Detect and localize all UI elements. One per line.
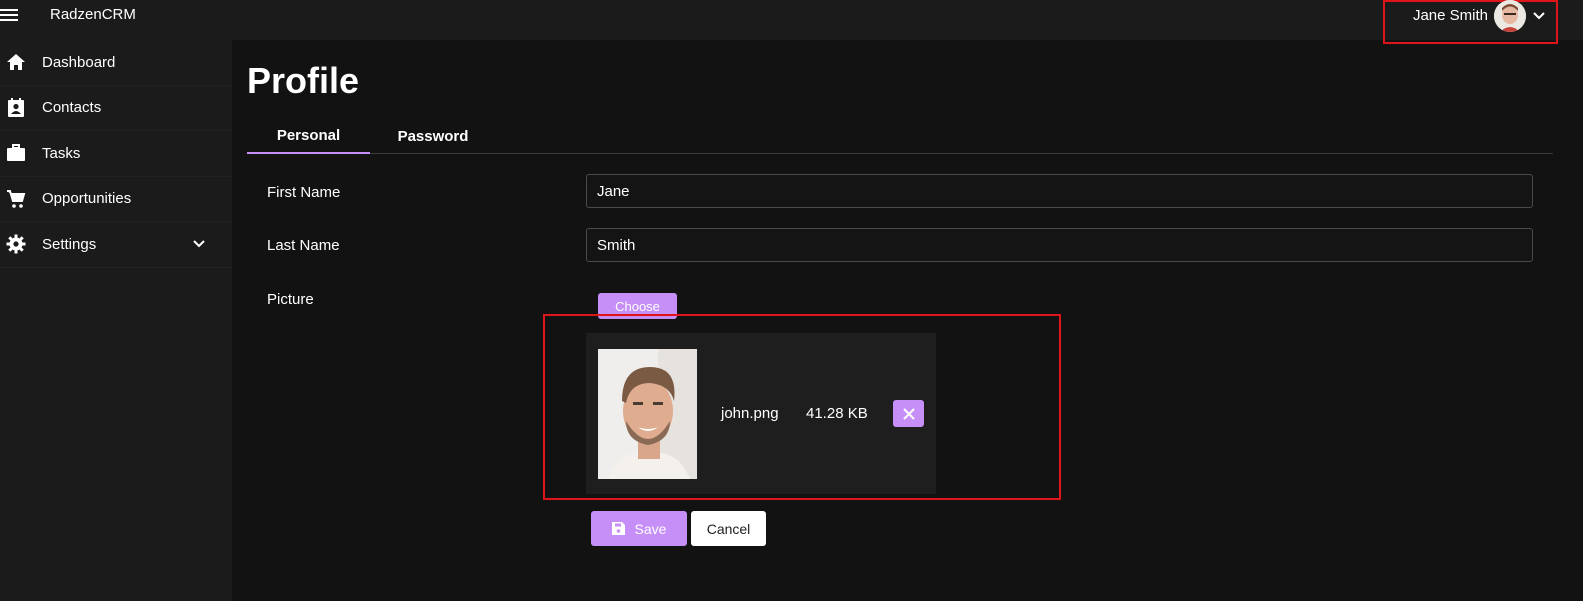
first-name-label: First Name xyxy=(267,184,341,201)
gear-icon xyxy=(6,234,26,254)
home-icon xyxy=(7,54,25,71)
profile-menu[interactable]: Jane Smith xyxy=(1383,0,1558,44)
top-header: RadzenCRM Jane Smith xyxy=(0,0,1583,44)
sidebar-item-label: Opportunities xyxy=(42,190,132,208)
brand-name: RadzenCRM xyxy=(50,6,136,23)
save-button[interactable]: Save xyxy=(591,511,687,546)
page-title: Profile xyxy=(247,60,360,101)
app-root: RadzenCRM Jane Smith Dashboard Contacts … xyxy=(0,0,1583,601)
contacts-icon xyxy=(8,97,24,117)
sidebar-item-label: Dashboard xyxy=(42,53,116,71)
briefcase-icon xyxy=(7,144,25,162)
sidebar-item-label: Settings xyxy=(42,235,97,253)
sidebar-item-dashboard[interactable]: Dashboard xyxy=(0,40,232,86)
chevron-down-icon[interactable] xyxy=(192,237,206,251)
cart-icon xyxy=(7,189,26,208)
tab-personal[interactable]: Personal xyxy=(247,118,370,154)
save-button-label: Save xyxy=(634,520,667,537)
save-icon xyxy=(611,522,625,535)
first-name-field[interactable] xyxy=(586,174,1533,208)
sidebar: Dashboard Contacts Tasks Opportunities S… xyxy=(0,40,232,601)
avatar xyxy=(1494,0,1526,32)
sidebar-item-label: Tasks xyxy=(42,144,81,162)
sidebar-item-settings[interactable]: Settings xyxy=(0,222,232,268)
profile-user-name: Jane Smith xyxy=(1412,6,1488,24)
file-highlight-box xyxy=(543,314,1061,500)
hamburger-menu-icon[interactable] xyxy=(0,6,20,24)
sidebar-item-contacts[interactable]: Contacts xyxy=(0,86,232,131)
tab-password[interactable]: Password xyxy=(370,118,496,154)
picture-label: Picture xyxy=(267,291,314,308)
chevron-down-icon xyxy=(1533,12,1545,20)
sidebar-item-opportunities[interactable]: Opportunities xyxy=(0,177,232,222)
profile-tabs: Personal Password xyxy=(247,118,1553,154)
sidebar-item-label: Contacts xyxy=(42,99,102,117)
last-name-label: Last Name xyxy=(267,237,340,254)
cancel-button[interactable]: Cancel xyxy=(691,511,766,546)
sidebar-item-tasks[interactable]: Tasks xyxy=(0,131,232,177)
last-name-field[interactable] xyxy=(586,228,1533,262)
